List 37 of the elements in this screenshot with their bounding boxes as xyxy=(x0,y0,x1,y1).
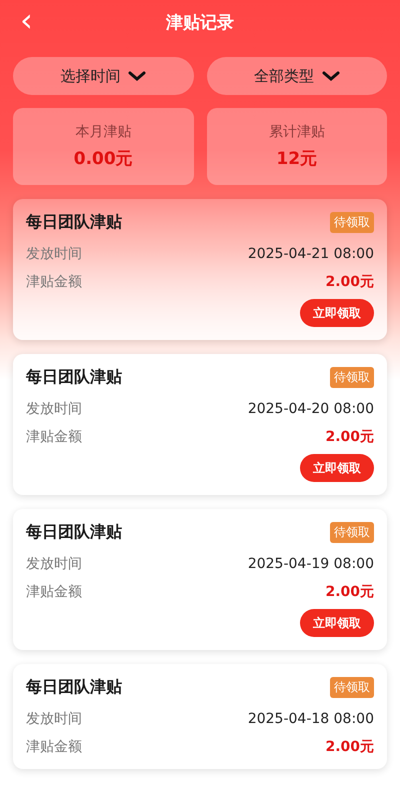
amount-value: 2.00元 xyxy=(325,738,374,756)
issue-time: 2025-04-18 08:00 xyxy=(248,711,374,727)
field-label: 发放时间 xyxy=(26,245,82,263)
status-badge: 待领取 xyxy=(330,522,374,543)
status-badge: 待领取 xyxy=(330,367,374,388)
record-title: 每日团队津贴 xyxy=(26,522,122,543)
field-label: 津贴金额 xyxy=(26,428,82,446)
back-button[interactable]: ‹ xyxy=(16,3,37,37)
amount-value: 2.00元 xyxy=(325,273,374,291)
claim-button[interactable]: 立即领取 xyxy=(300,299,374,327)
record-title: 每日团队津贴 xyxy=(26,212,122,233)
issue-time: 2025-04-20 08:00 xyxy=(248,401,374,417)
issue-time: 2025-04-19 08:00 xyxy=(248,556,374,572)
status-badge: 待领取 xyxy=(330,677,374,698)
field-label: 津贴金额 xyxy=(26,273,82,291)
chevron-down-icon xyxy=(128,71,146,81)
claim-button[interactable]: 立即领取 xyxy=(300,609,374,637)
field-label: 津贴金额 xyxy=(26,583,82,601)
stat-label: 本月津贴 xyxy=(75,123,132,141)
stat-label: 累计津贴 xyxy=(268,123,325,141)
stat-value: 0.00元 xyxy=(74,148,133,170)
amount-value: 2.00元 xyxy=(325,583,374,601)
filter-dropdown[interactable]: 选择时间 xyxy=(13,57,194,95)
field-label: 发放时间 xyxy=(26,555,82,573)
stat-value: 12元 xyxy=(276,148,318,170)
filter-dropdown[interactable]: 全部类型 xyxy=(206,57,387,95)
page-title: 津贴记录 xyxy=(166,12,234,34)
claim-button[interactable]: 立即领取 xyxy=(300,454,374,482)
field-label: 发放时间 xyxy=(26,710,82,728)
record-title: 每日团队津贴 xyxy=(26,677,122,698)
field-label: 津贴金额 xyxy=(26,738,82,756)
record-title: 每日团队津贴 xyxy=(26,367,122,388)
status-badge: 待领取 xyxy=(330,212,374,233)
issue-time: 2025-04-21 08:00 xyxy=(248,246,374,262)
field-label: 发放时间 xyxy=(26,400,82,418)
chevron-down-icon xyxy=(322,71,340,81)
amount-value: 2.00元 xyxy=(325,428,374,446)
